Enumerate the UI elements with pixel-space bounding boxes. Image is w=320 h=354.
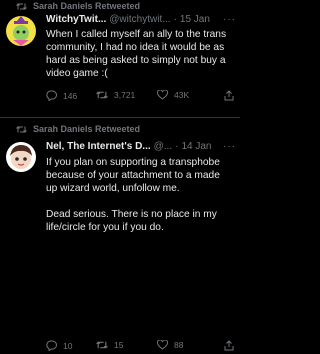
reply-button[interactable]: 10 [46,340,72,351]
separator-dot: · [173,13,177,25]
retweet-count: 15 [114,340,124,350]
tweet-1[interactable]: Sarah Daniels Retweeted WitchyTwit... @w… [0,0,240,117]
tweet-date[interactable]: 14 Jan [181,141,211,152]
tweet-header: Nel, The Internet's D... @... · 14 Jan ·… [46,139,236,153]
tweet-paragraph: If you plan on supporting a transphobe b… [46,157,220,194]
avatar[interactable] [6,142,36,172]
tweet-text: When I called myself an ally to the tran… [46,28,234,80]
retweet-context: Sarah Daniels Retweeted [16,0,140,12]
tweet-2[interactable]: Sarah Daniels Retweeted Nel, The Interne… [0,118,240,351]
retweet-icon [16,125,27,134]
reply-count: 146 [63,90,78,101]
tweet-header: WitchyTwit... @witchytwit... · 15 Jan ··… [46,12,236,26]
retweet-context: Sarah Daniels Retweeted [16,123,140,135]
share-icon [224,340,234,351]
handle[interactable]: @witchytwit... [109,14,170,25]
action-bar: 10 15 88 [46,340,234,354]
heart-icon [157,340,168,350]
display-name[interactable]: Nel, The Internet's D... [46,141,151,152]
retweet-icon [16,2,27,11]
share-button[interactable] [224,90,234,101]
tweet-date[interactable]: 15 Jan [180,14,210,25]
reply-icon [46,340,57,351]
retweet-icon [96,340,108,350]
share-icon [224,90,234,101]
like-button[interactable]: 43K [157,90,189,100]
display-name[interactable]: WitchyTwit... [46,14,106,25]
more-options-icon[interactable]: ··· [223,141,236,152]
retweet-icon [96,90,108,100]
more-options-icon[interactable]: ··· [223,14,236,25]
handle[interactable]: @... [154,141,173,152]
tweet-text: If you plan on supporting a transphobe b… [46,156,234,234]
like-count: 88 [174,340,184,350]
separator-dot: · [175,140,179,152]
like-button[interactable]: 88 [157,340,183,350]
retweet-button[interactable]: 3,721 [96,90,135,100]
retweeted-by: Sarah Daniels Retweeted [33,124,141,134]
retweet-button[interactable]: 15 [96,340,123,350]
like-count: 43K [174,90,190,100]
retweeted-by: Sarah Daniels Retweeted [33,1,141,11]
retweet-count: 3,721 [114,90,136,100]
reply-count: 10 [63,340,73,351]
tweet-paragraph: Dead serious. There is no place in my li… [46,209,217,233]
avatar[interactable] [6,16,36,46]
tweet-paragraph: When I called myself an ally to the tran… [46,29,227,79]
heart-icon [157,90,168,100]
reply-icon [46,90,57,101]
action-bar: 146 3,721 43K [46,90,234,104]
reply-button[interactable]: 146 [46,90,77,101]
share-button[interactable] [224,340,234,351]
